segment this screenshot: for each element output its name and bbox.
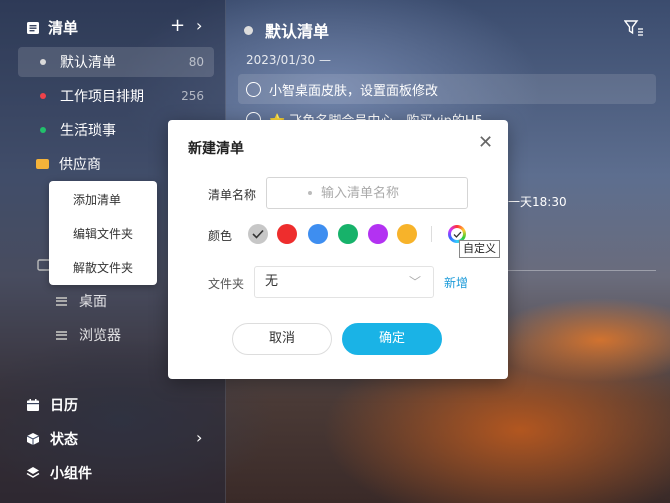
folder-select[interactable]: 无 ﹀ (254, 266, 434, 298)
menu-item-add-list[interactable]: 添加清单 (49, 191, 157, 225)
list-lines-icon (56, 330, 67, 340)
sidebar-sub-item-desktop[interactable]: 桌面 (56, 291, 107, 311)
menu-item-edit-folder[interactable]: 编辑文件夹 (49, 225, 157, 259)
date-header: 2023/01/30 — (246, 53, 331, 67)
color-swatch-gray[interactable] (248, 224, 268, 244)
name-label: 清单名称 (208, 188, 257, 202)
new-folder-link[interactable]: 新增 (444, 274, 468, 291)
color-swatch-purple[interactable] (368, 224, 388, 244)
sidebar-sub-item-label: 桌面 (79, 294, 107, 310)
sidebar-item-default-list[interactable]: 默认清单 80 (18, 47, 214, 77)
chevron-right-icon[interactable]: › (196, 16, 202, 36)
sidebar-calendar[interactable]: 日历 (26, 395, 78, 415)
calendar-icon (27, 399, 39, 411)
sidebar-header: 清单 (26, 17, 78, 38)
chevron-down-icon: ﹀ (408, 275, 421, 289)
sidebar-item-label: 供应商 (59, 157, 101, 173)
close-icon[interactable]: ✕ (478, 134, 493, 152)
list-dot-icon (40, 59, 46, 65)
sidebar-item-count: 80 (188, 55, 204, 69)
task-checkbox[interactable] (246, 81, 261, 97)
color-label: 颜色 (208, 229, 233, 243)
dialog-title: 新建清单 (188, 141, 244, 157)
color-swatch-red[interactable] (277, 224, 297, 244)
sidebar-title: 清单 (48, 19, 79, 37)
folder-select-value: 无 (265, 274, 279, 289)
page-title: 默认清单 (244, 18, 329, 42)
chevron-right-icon[interactable]: › (196, 428, 202, 447)
folder-icon (36, 159, 49, 169)
color-swatch-green[interactable] (338, 224, 358, 244)
custom-color-tooltip: 自定义 (459, 240, 500, 258)
input-dot-icon (308, 191, 312, 195)
task-text: 小智桌面皮肤，设置面板修改 (269, 83, 439, 99)
sidebar-item-label: 工作项目排期 (60, 89, 144, 105)
sidebar-sub-item-browser[interactable]: 浏览器 (56, 325, 121, 345)
checkmark-icon (252, 229, 264, 239)
new-list-dialog: 新建清单 ✕ 清单名称 颜色 文件夹 无 ﹀ 新增 取消 确定 (168, 120, 508, 379)
list-dot-icon (40, 127, 46, 133)
sidebar-sub-item-label: 浏览器 (79, 328, 121, 344)
sidebar-widgets[interactable]: 小组件 (26, 463, 92, 483)
sidebar-item-count: 256 (181, 89, 204, 103)
sidebar-status[interactable]: 状态 (26, 429, 78, 449)
cube-icon (26, 433, 40, 445)
folder-label: 文件夹 (208, 277, 245, 291)
sidebar-item-label: 默认清单 (60, 55, 116, 71)
folder-context-menu: 添加清单 编辑文件夹 解散文件夹 (49, 181, 157, 285)
filter-icon[interactable] (624, 20, 644, 36)
confirm-button[interactable]: 确定 (342, 323, 442, 355)
page-title-text: 默认清单 (265, 22, 330, 41)
checkmark-icon (453, 231, 461, 238)
sidebar-bottom-label: 日历 (50, 398, 78, 414)
sidebar-item-work-schedule[interactable]: 工作项目排期 256 (18, 81, 214, 111)
task-row[interactable]: 小智桌面皮肤，设置面板修改 (238, 74, 656, 104)
list-icon (27, 21, 39, 34)
color-swatch-blue[interactable] (308, 224, 328, 244)
divider (431, 226, 432, 242)
list-dot-icon (40, 93, 46, 99)
sidebar-bottom-label: 小组件 (50, 466, 92, 482)
list-lines-icon (56, 296, 67, 306)
list-dot-icon (244, 25, 253, 35)
color-swatch-yellow[interactable] (397, 224, 417, 244)
custom-color-inner (451, 228, 463, 240)
list-name-input[interactable] (266, 177, 468, 209)
menu-item-dissolve-folder[interactable]: 解散文件夹 (49, 259, 157, 293)
task-due-text: 一天18:30 (508, 195, 567, 209)
plus-icon[interactable]: + (170, 16, 185, 36)
cancel-button[interactable]: 取消 (232, 323, 332, 355)
layers-icon (26, 467, 40, 478)
sidebar-item-label: 生活琐事 (60, 123, 116, 139)
sidebar-bottom-label: 状态 (50, 432, 78, 448)
